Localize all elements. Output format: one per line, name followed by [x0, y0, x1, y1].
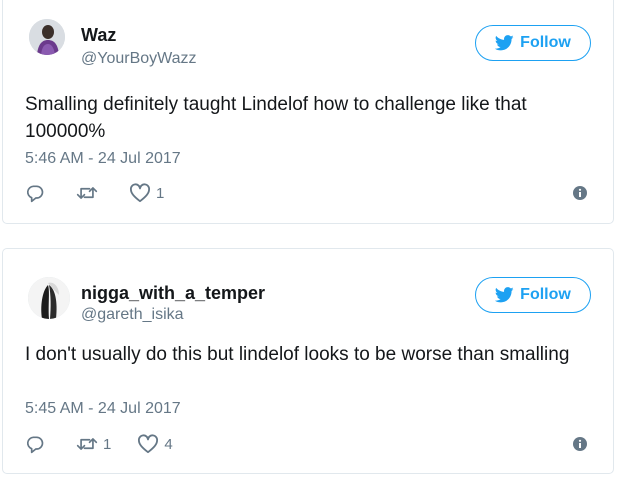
avatar-image — [29, 19, 65, 55]
tweet-actions: 1 4 — [25, 433, 199, 455]
author-name[interactable]: nigga_with_a_temper — [81, 283, 265, 303]
like-action[interactable]: 1 — [129, 183, 164, 203]
like-count: 4 — [164, 435, 173, 453]
tweet-text: Smalling definitely taught Lindelof how … — [25, 94, 527, 142]
info-icon[interactable] — [573, 186, 587, 200]
timestamp[interactable]: 5:46 AM - 24 Jul 2017 — [25, 150, 181, 168]
retweet-icon — [76, 438, 98, 450]
tweet-text: I don't usually do this but lindelof loo… — [25, 344, 570, 365]
avatar-image — [28, 277, 70, 319]
info-icon[interactable] — [573, 437, 587, 451]
follow-button[interactable]: Follow — [475, 25, 591, 61]
follow-label: Follow — [520, 34, 571, 51]
reply-action[interactable] — [25, 183, 50, 203]
author-handle[interactable]: @gareth_isika — [81, 306, 184, 324]
reply-action[interactable] — [25, 434, 50, 454]
timestamp[interactable]: 5:45 AM - 24 Jul 2017 — [25, 400, 181, 418]
reply-icon — [26, 185, 44, 203]
twitter-bird-icon — [495, 35, 514, 51]
retweet-action[interactable]: 1 — [76, 434, 111, 454]
like-action[interactable]: 4 — [137, 434, 173, 454]
retweet-icon — [76, 187, 98, 199]
follow-label: Follow — [520, 286, 571, 303]
tweet-card: nigga_with_a_temper @gareth_isika Follow… — [2, 248, 614, 474]
reply-icon — [26, 436, 44, 454]
tweet-actions: 1 — [25, 182, 190, 204]
like-count: 1 — [156, 184, 165, 202]
author-name[interactable]: Waz — [81, 25, 116, 45]
retweet-count: 1 — [103, 435, 112, 453]
avatar[interactable] — [28, 277, 70, 319]
avatar[interactable] — [29, 19, 65, 55]
twitter-bird-icon — [495, 287, 514, 303]
heart-icon — [138, 434, 159, 454]
heart-icon — [130, 183, 150, 203]
follow-button[interactable]: Follow — [475, 277, 591, 313]
retweet-action[interactable] — [76, 183, 103, 203]
tweet-card: Waz @YourBoyWazz Follow Smalling definit… — [2, 0, 614, 224]
author-handle[interactable]: @YourBoyWazz — [81, 50, 197, 68]
